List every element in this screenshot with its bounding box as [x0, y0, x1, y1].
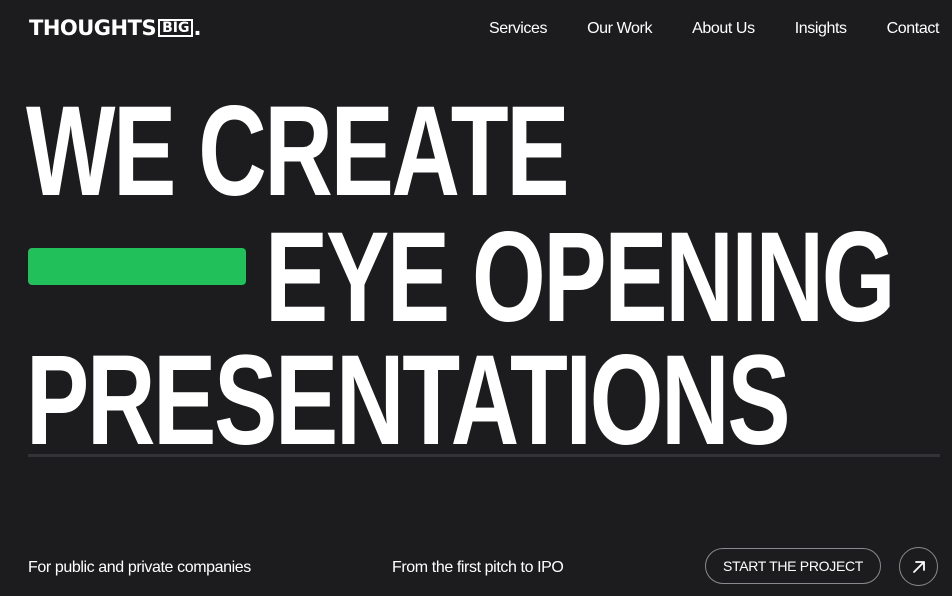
- audience-text: For public and private companies: [28, 559, 251, 576]
- hero-headline-line-3: PRESENTATIONS: [26, 329, 791, 472]
- landing-page: THOUGHTS BIG . Services Our Work About U…: [0, 0, 952, 596]
- nav-contact[interactable]: Contact: [887, 19, 940, 39]
- start-project-button[interactable]: START THE PROJECT: [705, 548, 881, 584]
- logo-dot: .: [193, 15, 201, 40]
- scope-text: From the first pitch to IPO: [392, 559, 564, 576]
- main-nav: Services Our Work About Us Insights Cont…: [449, 19, 939, 39]
- nav-services[interactable]: Services: [489, 19, 548, 39]
- logo-boxed-text: BIG: [158, 19, 194, 37]
- hero-accent-bar: [28, 248, 246, 285]
- nav-our-work[interactable]: Our Work: [587, 19, 652, 39]
- logo[interactable]: THOUGHTS BIG .: [29, 17, 201, 39]
- hero-headline-line-1: WE CREATE: [26, 80, 570, 223]
- nav-insights[interactable]: Insights: [795, 19, 847, 39]
- arrow-up-right-icon: [912, 560, 925, 573]
- hero-divider: [28, 454, 940, 457]
- nav-about-us[interactable]: About Us: [692, 19, 755, 39]
- hero-headline-line-2: EYE OPENING: [265, 206, 895, 349]
- logo-text: THOUGHTS: [29, 15, 157, 40]
- start-project-arrow-button[interactable]: [899, 547, 938, 586]
